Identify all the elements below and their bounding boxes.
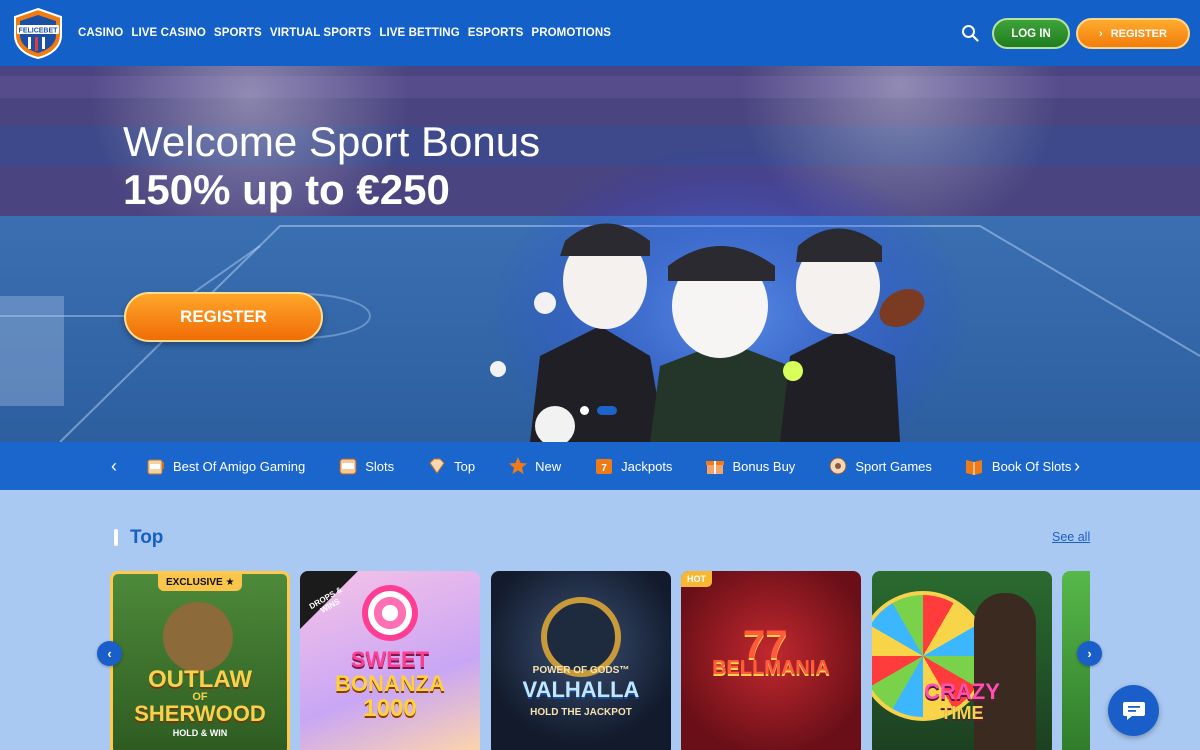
host-art [974,593,1036,750]
game-title: CRAZY [924,679,1000,704]
category-label: Book Of Slots [991,458,1072,474]
carousel-prev-button[interactable]: ‹ [97,641,122,666]
section-title: Top [130,527,164,548]
nav-sports[interactable]: SPORTS [214,27,262,39]
character-art [163,602,233,672]
nav-live-betting[interactable]: LIVE BETTING [379,27,459,39]
nav-casino[interactable]: CASINO [78,27,123,39]
game-title: SWEET [350,647,430,672]
game-title-2: TIME [940,703,984,723]
hero-subtitle: 150% up to €250 [123,166,450,213]
category-label: Top [454,458,476,474]
slot-machine-icon [145,456,166,477]
game-tile-crazy-time[interactable]: CRAZY TIME [872,571,1052,750]
game-title-3: 1000 [363,695,417,722]
category-label: Bonus Buy [732,458,796,474]
search-icon[interactable] [961,24,979,42]
nav-virtual-sports[interactable]: VIRTUAL SPORTS [270,27,372,39]
game-tile-outlaw-of-sherwood[interactable]: EXCLUSIVE ★ OUTLAW OF SHERWOOD HOLD & WI… [110,571,290,750]
carousel-dots [580,406,617,415]
soccer-ball-icon [827,456,848,477]
svg-text:7: 7 [601,463,607,474]
game-title-2: BONANZA [335,671,445,696]
category-bar: ‹ Best Of Amigo Gaming Slots Top New 7 J… [0,442,1200,490]
lollipop-art [362,585,418,641]
main-nav: CASINO LIVE CASINO SPORTS VIRTUAL SPORTS… [78,0,611,66]
game-title-2: VALHALLA [522,677,640,702]
category-best-of-amigo-gaming[interactable]: Best Of Amigo Gaming [145,456,305,477]
nav-esports[interactable]: ESPORTS [468,27,524,39]
section-marker [114,529,118,546]
star-icon [507,456,528,477]
category-label: Best Of Amigo Gaming [173,458,306,474]
game-title: BELLMANIA [712,657,830,679]
jackpot-icon: 7 [593,456,614,477]
category-jackpots[interactable]: 7 Jackpots [593,456,672,477]
nav-live-casino[interactable]: LIVE CASINO [131,27,206,39]
register-label: REGISTER [1110,27,1167,40]
carousel-dot-2[interactable] [597,406,617,415]
hero-register-button[interactable]: REGISTER [124,292,323,342]
chat-icon [1122,701,1145,720]
game-tile-bellmania[interactable]: HOT 77 BELLMANIA [681,571,861,750]
category-label: Sport Games [855,458,932,474]
book-icon [964,456,985,477]
category-slots[interactable]: Slots [337,456,394,477]
diamond-icon [426,456,447,477]
chevron-left-icon[interactable]: ‹ [111,456,117,477]
category-top[interactable]: Top [426,456,475,477]
exclusive-badge: EXCLUSIVE ★ [158,574,243,591]
logo-text: FELICEBET [19,28,59,35]
header-register-button[interactable]: › REGISTER [1076,18,1190,49]
category-book-of-slots[interactable]: Book Of Slots [964,456,1071,477]
carousel-dot-1[interactable] [580,406,589,415]
see-all-link[interactable]: See all [1052,530,1090,544]
hero-title: Welcome Sport Bonus [123,118,541,165]
category-bonus-buy[interactable]: Bonus Buy [704,456,795,477]
chat-button[interactable] [1108,685,1159,736]
slots-icon [337,456,358,477]
game-title: POWER OF GODS™ [532,665,630,676]
game-title: OUTLAW [148,666,252,693]
category-label: Slots [365,458,395,474]
category-sport-games[interactable]: Sport Games [827,456,932,477]
game-subtitle: HOLD & WIN [172,728,228,738]
category-new[interactable]: New [507,456,561,477]
category-label: Jackpots [621,458,673,474]
carousel-next-button[interactable]: › [1077,641,1102,666]
chevron-right-icon[interactable]: › [1074,456,1080,477]
game-subtitle: HOLD THE JACKPOT [530,707,632,718]
login-button[interactable]: LOG IN [992,18,1070,49]
hero-banner[interactable]: Welcome Sport Bonus 150% up to €250 REGI… [0,66,1200,442]
game-title-2: SHERWOOD [134,701,266,726]
hot-badge: HOT [681,571,712,587]
game-tile-valhalla[interactable]: POWER OF GODS™ VALHALLA HOLD THE JACKPOT [491,571,671,750]
gift-icon [704,456,725,477]
top-header: FELICEBET CASINO LIVE CASINO SPORTS VIRT… [0,0,1200,66]
category-list: Best Of Amigo Gaming Slots Top New 7 Jac… [145,442,1103,490]
category-label: New [535,458,562,474]
nav-promotions[interactable]: PROMOTIONS [531,27,611,39]
game-tile-sweet-bonanza-1000[interactable]: DROPS & WINS SWEET BONANZA 1000 [300,571,480,750]
chevron-right-icon: › [1099,27,1103,40]
game-carousel: EXCLUSIVE ★ OUTLAW OF SHERWOOD HOLD & WI… [110,571,1090,750]
felicebet-logo[interactable]: FELICEBET [11,7,65,59]
